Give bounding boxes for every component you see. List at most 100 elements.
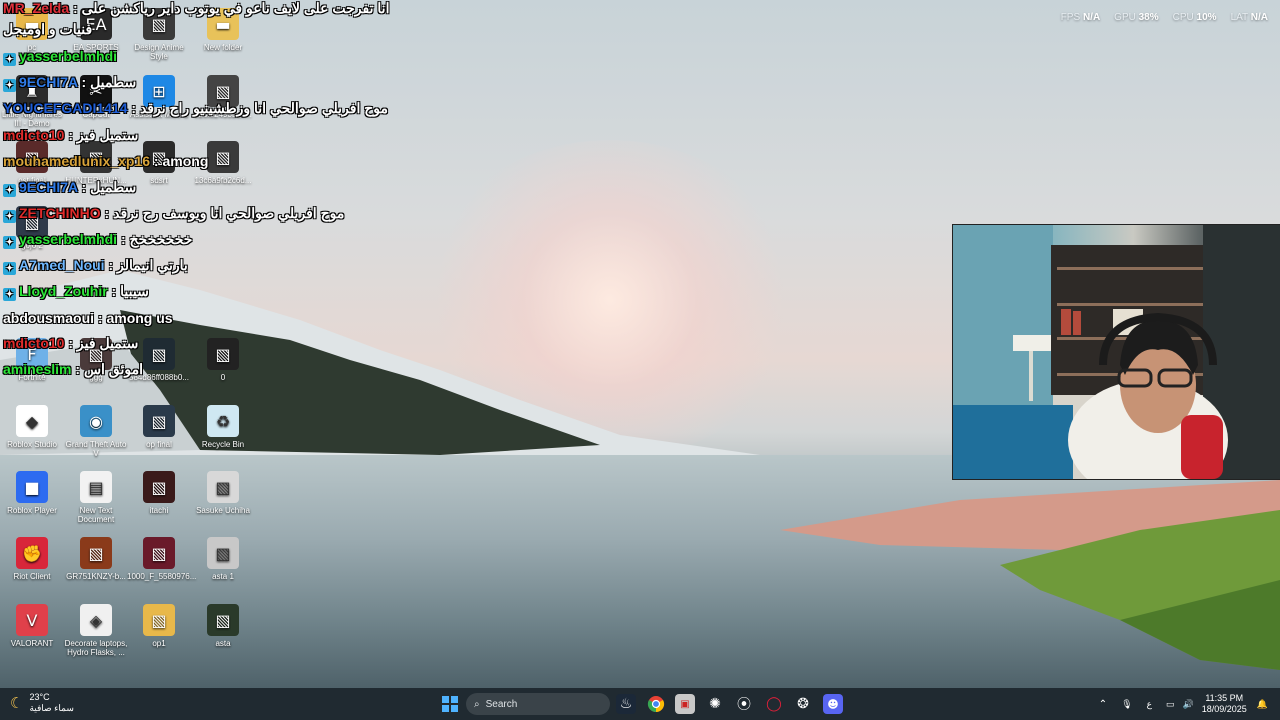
stat-lat: LAT N/A [1231, 12, 1268, 23]
desktop-shortcut[interactable]: ▧ asta [191, 604, 255, 648]
chat-separator: : [64, 335, 77, 351]
chat-message: mdicto10 : ستميل فيز [3, 127, 138, 144]
desktop-shortcut[interactable]: ▧ op1 [127, 604, 191, 648]
image-icon: ▧ [143, 471, 175, 503]
search-icon: ⌕ [474, 698, 480, 710]
chat-text: ستميل فيز [76, 127, 139, 143]
desktop-shortcut[interactable]: ◈ Decorate laptops, Hydro Flasks, ... [64, 604, 128, 657]
chat-text: بارتي انيمالز [117, 257, 188, 273]
desktop-shortcut-label: Roblox Studio [7, 440, 57, 449]
desktop-shortcut[interactable]: ▧ op final [127, 405, 191, 449]
chat-separator: : [71, 361, 84, 377]
image-icon: ▧ [207, 604, 239, 636]
stat-cpu: CPU 10% [1173, 12, 1217, 23]
desktop-shortcut-label: asta [215, 639, 231, 648]
chat-text: اموئق اس [83, 361, 143, 377]
chat-text: فنيات و اوميجل [3, 21, 93, 37]
stat-label: FPS [1060, 12, 1083, 23]
chatgpt-icon[interactable]: ✺ [705, 694, 725, 714]
app-icon[interactable]: ▣ [675, 694, 695, 714]
taskbar: ☾ 23°C سماء صافية ⌕ Search ♨ ▣ ✺ ⦿ ◯ ❂ ☻… [0, 688, 1280, 720]
weather-description: سماء صافية [29, 703, 74, 713]
desktop-shortcut[interactable]: ▤ New Text Document [64, 471, 128, 524]
microphone-icon[interactable]: 🎙 [1121, 699, 1132, 710]
chevron-up-icon[interactable]: ⌃ [1099, 699, 1107, 710]
chat-badge-icon: ✦ [3, 79, 16, 92]
chat-username: MR_Zelda [3, 0, 70, 16]
desktop-shortcut[interactable]: ■ Roblox Player [0, 471, 64, 515]
chat-username: 9ECHI7A [19, 74, 78, 90]
chat-text: خخخخخخخ [129, 231, 193, 247]
chat-badge-icon: ✦ [3, 262, 16, 275]
discord-icon[interactable]: ☻ [823, 694, 843, 714]
desktop-shortcut[interactable]: ◆ Roblox Studio [0, 405, 64, 449]
desktop-shortcut[interactable]: ▧ asta 1 [191, 537, 255, 581]
volume-icon[interactable]: 🔊 [1183, 699, 1194, 710]
chat-separator: : [77, 74, 91, 90]
desktop-shortcut-label: VALORANT [10, 639, 54, 648]
chat-separator: : [100, 205, 114, 221]
clock-time: 11:35 PM [1205, 693, 1244, 703]
chat-message: mouhamedlunix_xp16 : among [3, 153, 208, 169]
chat-message: ✦ Lloyd_Zouhir : سيبيا [3, 283, 149, 301]
weather-temperature: 23°C [29, 692, 50, 702]
chat-username: 9ECHI7A [19, 179, 78, 195]
game-launcher-icon[interactable]: ❂ [793, 694, 813, 714]
desktop-shortcut[interactable]: ▧ itachi [127, 471, 191, 515]
desktop-shortcut-label: Roblox Player [7, 506, 57, 515]
desktop-shortcut-label: 1000_F_5580976... [127, 572, 197, 581]
notification-bell-icon[interactable]: 🔔 [1257, 699, 1268, 710]
desktop-shortcut[interactable]: ♻ Recycle Bin [191, 405, 255, 449]
maps-icon[interactable]: ⦿ [734, 694, 754, 714]
performance-overlay: FPS N/A GPU 38% CPU 10% LAT N/A [1047, 12, 1268, 23]
image-icon: ▧ [207, 537, 239, 569]
stat-value: N/A [1250, 12, 1268, 23]
roblox-icon: ■ [16, 471, 48, 503]
chat-text: سيبيا [120, 283, 149, 299]
desktop-shortcut[interactable]: V VALORANT [0, 604, 64, 648]
clock-date: 18/09/2025 [1201, 704, 1247, 714]
stat-value: 38% [1138, 12, 1159, 23]
chrome-icon[interactable] [646, 694, 666, 714]
desktop-shortcut[interactable]: ✊ Riot Client [0, 537, 64, 581]
taskbar-search[interactable]: ⌕ Search [466, 693, 610, 715]
input-language[interactable]: ع [1147, 699, 1152, 710]
steam-icon[interactable]: ♨ [616, 694, 636, 714]
weather-widget[interactable]: ☾ 23°C سماء صافية [10, 692, 74, 714]
chat-separator: : [107, 283, 121, 299]
chat-text: سطميل [90, 179, 137, 195]
desktop-shortcut[interactable]: ▧ 1000_F_5580976... [127, 537, 197, 581]
image-icon: ▧ [143, 537, 175, 569]
wallpaper-grass-island [780, 480, 1280, 670]
webcam-feed [952, 224, 1280, 480]
network-icon[interactable]: ▭ [1166, 699, 1175, 710]
desktop-shortcut-label: New Text Document [77, 506, 115, 524]
gta-icon: ◉ [80, 405, 112, 437]
moon-icon: ☾ [10, 694, 24, 712]
windows-start-icon[interactable] [440, 694, 460, 714]
chat-message: amineslim : اموئق اس [3, 361, 143, 378]
chat-username: abdousmaoui [3, 310, 95, 326]
image-icon: ▧ [143, 405, 175, 437]
chat-username: mdicto10 [3, 335, 65, 351]
desktop-shortcut-label: op1 [152, 639, 166, 648]
desktop-shortcut-label: Decorate laptops, Hydro Flasks, ... [64, 639, 128, 657]
chat-text: موح افريلي صوالحي انا وزطشينيو راح نرقد [139, 100, 388, 116]
desktop-shortcut-label: GR751KNZY-b... [66, 572, 126, 581]
desktop-shortcut[interactable]: ▧ GR751KNZY-b... [64, 537, 128, 581]
stat-value: 10% [1196, 12, 1217, 23]
chat-message: abdousmaoui : among us [3, 310, 173, 326]
chat-separator: : [94, 310, 107, 326]
stat-label: GPU [1114, 12, 1139, 23]
image-icon: ▧ [143, 604, 175, 636]
chat-username: yasserbelmhdi [19, 48, 118, 64]
clock[interactable]: 11:35 PM 18/09/2025 [1202, 693, 1247, 715]
opera-gx-icon[interactable]: ◯ [764, 694, 784, 714]
desktop-shortcut[interactable]: ▧ Sasuke Uchiha [191, 471, 255, 515]
chat-separator: : [69, 0, 82, 16]
chat-separator: : [104, 257, 118, 273]
desktop-shortcut[interactable]: ◉ Grand Theft Auto V [64, 405, 128, 458]
chat-separator: : [127, 100, 140, 116]
chat-username: amineslim [3, 361, 72, 377]
chat-username: mouhamedlunix_xp16 [3, 153, 151, 169]
